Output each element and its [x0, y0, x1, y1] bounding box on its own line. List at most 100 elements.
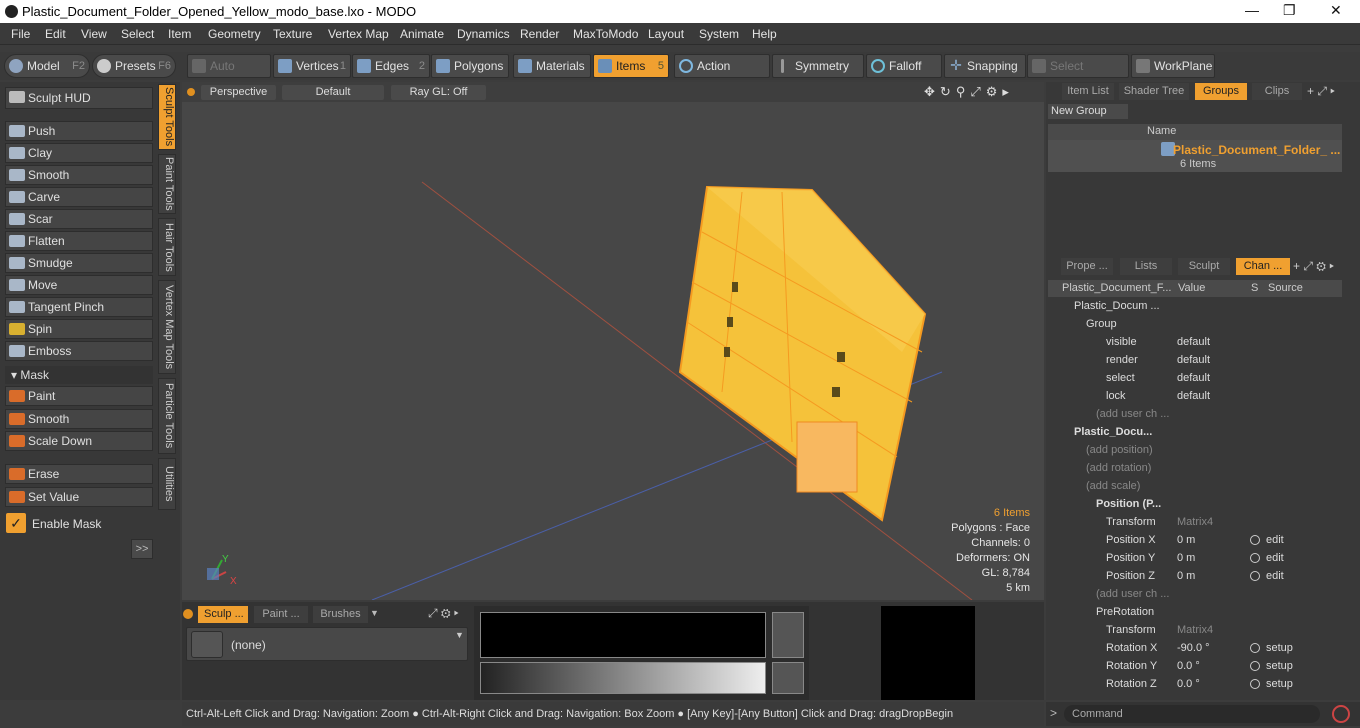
- panel-options-icons[interactable]: ⤢ ⚙ ▸: [428, 606, 459, 621]
- scar-tool[interactable]: Scar: [5, 209, 153, 229]
- tabs-dropdown-icon[interactable]: ▼: [370, 608, 379, 618]
- tab-brushes[interactable]: Brushes: [313, 606, 368, 623]
- menu-item[interactable]: Item: [168, 27, 191, 41]
- record-button[interactable]: [1332, 705, 1350, 723]
- group-row[interactable]: Plastic_Document_Folder_ ... 6 Items: [1048, 140, 1342, 172]
- menu-render[interactable]: Render: [520, 27, 559, 41]
- channel-state-icon[interactable]: [1250, 571, 1260, 581]
- select-through-button[interactable]: Select Through: [1027, 54, 1129, 95]
- menu-system[interactable]: System: [699, 27, 739, 41]
- mask-smooth-tool[interactable]: Smooth: [5, 409, 153, 429]
- channel-row[interactable]: Transform Matrix4: [1050, 513, 1340, 531]
- channel-state-icon[interactable]: [1250, 553, 1260, 563]
- chevron-right-icon[interactable]: ▸: [1002, 84, 1014, 99]
- spin-tool[interactable]: Spin: [5, 319, 153, 339]
- workplane-button[interactable]: WorkPlane: [1131, 54, 1215, 78]
- tab-channels[interactable]: Chan ...: [1236, 258, 1290, 275]
- channel-row[interactable]: Rotation X -90.0 ° setup: [1050, 639, 1340, 657]
- channel-row[interactable]: select default: [1050, 369, 1340, 387]
- tab-paint-tools[interactable]: Paint Tools: [158, 154, 176, 214]
- gear-icon[interactable]: ⚙: [986, 84, 1003, 99]
- mask-paint-tool[interactable]: Paint: [5, 386, 153, 406]
- presets-button[interactable]: Presets F6: [92, 54, 176, 78]
- channel-row[interactable]: (add position): [1050, 441, 1340, 459]
- channel-value[interactable]: -90.0 °: [1177, 639, 1210, 657]
- erase-button[interactable]: Erase: [5, 464, 153, 484]
- channel-value[interactable]: 0 m: [1177, 531, 1195, 549]
- tab-paint[interactable]: Paint ...: [254, 606, 308, 623]
- channel-row[interactable]: Position Y 0 m edit: [1050, 549, 1340, 567]
- panel-menu-icon[interactable]: [183, 609, 193, 619]
- tab-lists[interactable]: Lists: [1120, 258, 1172, 275]
- menu-layout[interactable]: Layout: [648, 27, 684, 41]
- channel-state-icon[interactable]: [1250, 661, 1260, 671]
- menu-texture[interactable]: Texture: [273, 27, 312, 41]
- add-tab-icon[interactable]: + ⤢ ▸: [1307, 84, 1335, 99]
- menu-vertex-map[interactable]: Vertex Map: [328, 27, 389, 41]
- zoom-icon[interactable]: ⚲: [956, 84, 971, 99]
- texture-preview[interactable]: [480, 612, 766, 658]
- channel-row[interactable]: Group: [1050, 315, 1340, 333]
- close-button[interactable]: ✕: [1330, 2, 1342, 19]
- items-button[interactable]: Items 5: [593, 54, 669, 78]
- 3d-viewport[interactable]: Y X: [182, 82, 1044, 600]
- channel-row[interactable]: Position X 0 m edit: [1050, 531, 1340, 549]
- enable-mask-checkbox[interactable]: ✓: [6, 513, 26, 533]
- menu-file[interactable]: File: [11, 27, 30, 41]
- sculpt-hud-button[interactable]: Sculpt HUD: [5, 87, 153, 109]
- action-center-button[interactable]: Action Center: [674, 54, 770, 95]
- command-input[interactable]: Command: [1064, 705, 1320, 723]
- snapping-button[interactable]: ✛ Snapping: [944, 54, 1026, 78]
- channel-value[interactable]: 0.0 °: [1177, 675, 1200, 693]
- channel-row[interactable]: visible default: [1050, 333, 1340, 351]
- tab-shader-tree[interactable]: Shader Tree: [1119, 83, 1189, 100]
- menu-maxtomodo[interactable]: MaxToModo: [573, 27, 638, 41]
- rotate-icon[interactable]: ↻: [940, 84, 956, 99]
- channel-row[interactable]: Plastic_Docu...: [1050, 423, 1340, 441]
- menu-select[interactable]: Select: [121, 27, 154, 41]
- channel-row[interactable]: PreRotation: [1050, 603, 1340, 621]
- channel-value[interactable]: Matrix4: [1177, 513, 1213, 531]
- tab-item-list[interactable]: Item List: [1062, 83, 1114, 100]
- add-tab-icon-2[interactable]: + ⤢ ⚙ ▸: [1293, 259, 1334, 274]
- channel-row[interactable]: (add user ch ...: [1050, 585, 1340, 603]
- raygl-toggle[interactable]: Ray GL: Off: [391, 85, 486, 100]
- channel-row[interactable]: (add scale): [1050, 477, 1340, 495]
- menu-dynamics[interactable]: Dynamics: [457, 27, 510, 41]
- tab-utilities[interactable]: Utilities: [158, 458, 176, 510]
- viewport-nav-icons[interactable]: ✥↻⚲⤢⚙▸: [924, 84, 1014, 100]
- polygons-button[interactable]: Polygons: [431, 54, 509, 78]
- channel-value[interactable]: 0 m: [1177, 567, 1195, 585]
- channel-state-icon[interactable]: [1250, 643, 1260, 653]
- symmetry-button[interactable]: Symmetry: [772, 54, 864, 78]
- menu-help[interactable]: Help: [752, 27, 777, 41]
- tab-hair-tools[interactable]: Hair Tools: [158, 218, 176, 276]
- menu-view[interactable]: View: [81, 27, 107, 41]
- channel-value[interactable]: 0 m: [1177, 549, 1195, 567]
- channel-row[interactable]: Rotation Z 0.0 ° setup: [1050, 675, 1340, 693]
- expand-button[interactable]: >>: [131, 539, 153, 559]
- fit-icon[interactable]: ⤢: [970, 84, 985, 99]
- model-button[interactable]: Model F2: [4, 54, 90, 78]
- vertices-button[interactable]: Vertices 1: [273, 54, 351, 78]
- minimize-button[interactable]: —: [1245, 2, 1259, 18]
- tangent-pinch-tool[interactable]: Tangent Pinch: [5, 297, 153, 317]
- tab-particle-tools[interactable]: Particle Tools: [158, 378, 176, 454]
- set-value-button[interactable]: Set Value: [5, 487, 153, 507]
- tab-vertex-map-tools[interactable]: Vertex Map Tools: [158, 280, 176, 374]
- channel-row[interactable]: Position (P...: [1050, 495, 1340, 513]
- carve-tool[interactable]: Carve: [5, 187, 153, 207]
- maximize-button[interactable]: ❐: [1283, 2, 1296, 19]
- channel-row[interactable]: Transform Matrix4: [1050, 621, 1340, 639]
- push-tool[interactable]: Push: [5, 121, 153, 141]
- smooth-tool[interactable]: Smooth: [5, 165, 153, 185]
- tab-sculpt[interactable]: Sculp ...: [198, 606, 248, 623]
- tab-sculpt-props[interactable]: Sculpt: [1178, 258, 1230, 275]
- channel-row[interactable]: Plastic_Docum ...: [1050, 297, 1340, 315]
- tab-sculpt-tools[interactable]: Sculpt Tools: [158, 84, 176, 150]
- channel-value[interactable]: default: [1177, 351, 1210, 369]
- new-group-button[interactable]: New Group: [1048, 104, 1128, 119]
- channel-row[interactable]: Position Z 0 m edit: [1050, 567, 1340, 585]
- channel-value[interactable]: Matrix4: [1177, 621, 1213, 639]
- tab-clips[interactable]: Clips: [1252, 83, 1302, 100]
